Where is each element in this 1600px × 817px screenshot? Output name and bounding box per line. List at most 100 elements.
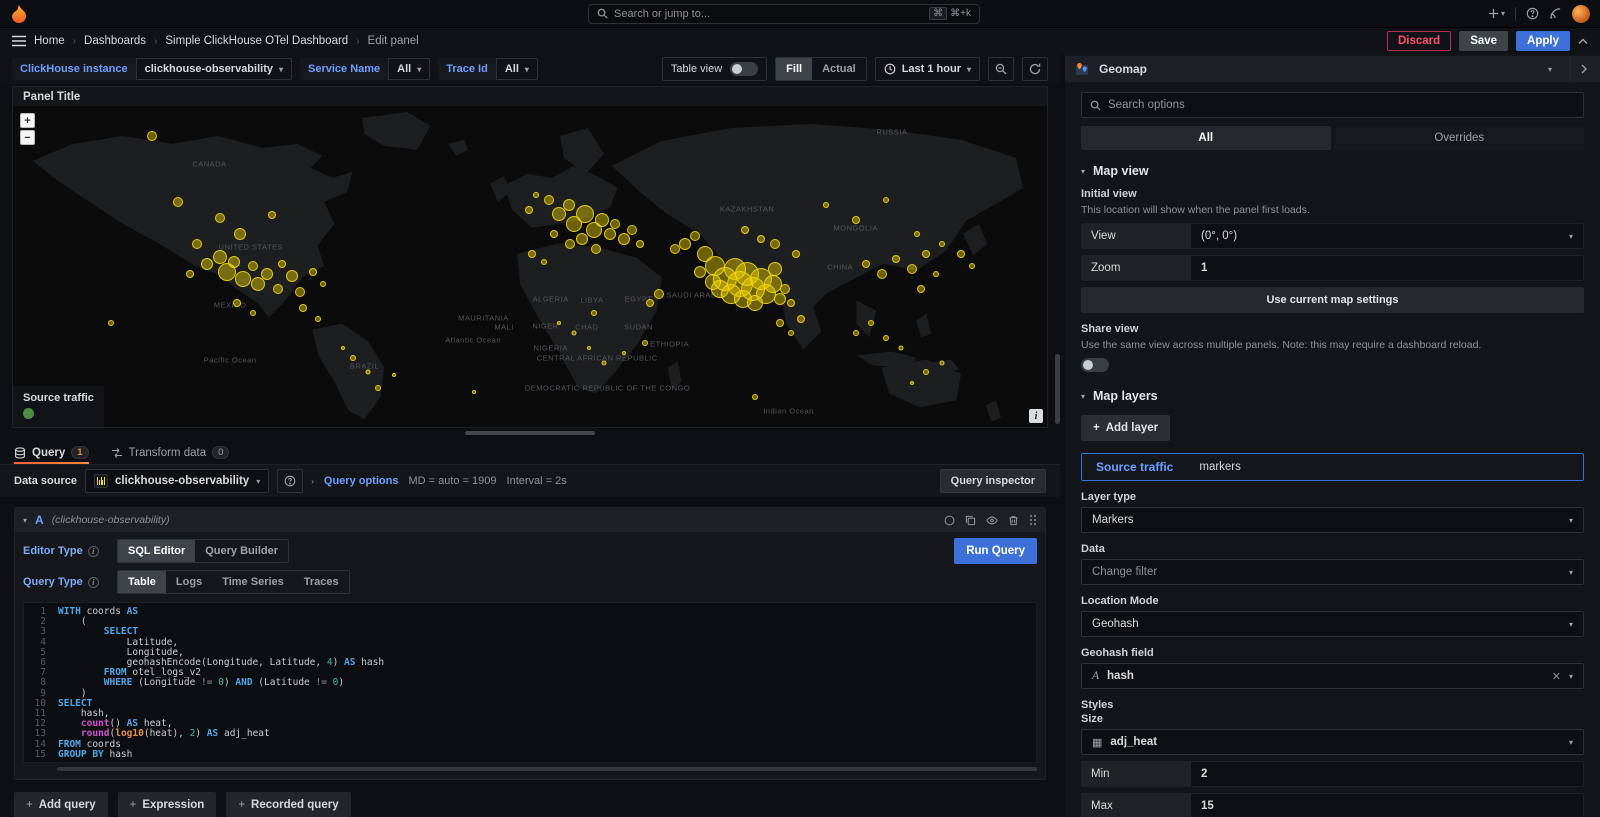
map-marker[interactable] (899, 346, 904, 351)
map-marker[interactable] (910, 381, 914, 385)
map-marker[interactable] (213, 250, 227, 264)
chevron-down-icon[interactable]: ▾ (1548, 65, 1552, 74)
map-marker[interactable] (774, 293, 786, 305)
chevron-right-icon[interactable]: › (311, 477, 314, 486)
map-marker[interactable] (939, 241, 945, 247)
map-marker[interactable] (525, 206, 533, 214)
left-scrollbar-thumb[interactable] (1055, 354, 1060, 424)
layer-name[interactable]: Source traffic (1096, 460, 1173, 474)
map-attribution-icon[interactable]: i (1029, 409, 1043, 423)
query-row-header[interactable]: ▾ A (clickhouse-observability) (15, 508, 1045, 532)
map-marker[interactable] (654, 289, 664, 299)
actual-option[interactable]: Actual (812, 58, 866, 80)
options-search-input[interactable] (1108, 99, 1575, 111)
query-inspector-button[interactable]: Query inspector (940, 469, 1046, 493)
apply-button[interactable]: Apply (1516, 31, 1570, 51)
map-marker[interactable] (576, 233, 588, 245)
breadcrumb-dashboard-name[interactable]: Simple ClickHouse OTel Dashboard (165, 35, 348, 47)
map-marker[interactable] (768, 262, 782, 276)
min-input[interactable] (1201, 768, 1573, 780)
map-marker[interactable] (572, 331, 577, 336)
map-marker[interactable] (907, 264, 917, 274)
map-marker[interactable] (201, 258, 213, 270)
map-marker[interactable] (752, 394, 758, 400)
tab-query[interactable]: Query 1 (14, 446, 89, 464)
map-marker[interactable] (563, 199, 575, 211)
map-marker[interactable] (969, 263, 975, 269)
map-marker[interactable] (923, 369, 929, 375)
map-marker[interactable] (228, 256, 240, 268)
map-marker[interactable] (642, 340, 648, 346)
location-mode-select[interactable]: Geohash▾ (1081, 611, 1584, 637)
query-type-timeseries[interactable]: Time Series (212, 571, 294, 593)
breadcrumb-home[interactable]: Home (34, 35, 65, 47)
sql-editor-option[interactable]: SQL Editor (118, 540, 195, 562)
map-marker[interactable] (147, 131, 157, 141)
refresh-button[interactable] (1022, 57, 1048, 81)
map-marker[interactable] (186, 270, 194, 278)
tab-transform-data[interactable]: Transform data 0 (111, 446, 230, 464)
map-marker[interactable] (233, 299, 241, 307)
map-marker[interactable] (646, 299, 654, 307)
time-range-picker[interactable]: Last 1 hour ▾ (875, 57, 980, 81)
info-icon[interactable]: i (88, 546, 99, 557)
map-marker[interactable] (278, 260, 286, 268)
menu-toggle-icon[interactable] (12, 35, 26, 47)
map-marker[interactable] (268, 211, 276, 219)
map-marker[interactable] (595, 213, 609, 227)
table-view-toggle[interactable] (730, 62, 758, 76)
code-horizontal-scrollbar[interactable] (57, 767, 1037, 771)
splitter-handle[interactable] (465, 431, 595, 435)
datasource-picker[interactable]: clickhouse-observability ▾ (85, 469, 269, 493)
section-map-layers[interactable]: ▾Map layers (1081, 389, 1584, 403)
map-marker[interactable] (933, 271, 939, 277)
collapse-header-icon[interactable] (1578, 38, 1588, 45)
map-marker[interactable] (261, 268, 273, 280)
map-marker[interactable] (234, 228, 246, 240)
map-marker[interactable] (770, 239, 780, 249)
map-marker[interactable] (780, 284, 790, 294)
map-marker[interactable] (587, 346, 591, 350)
global-search[interactable]: ⌘⌘+k (588, 4, 980, 24)
zoom-out-time-button[interactable] (988, 57, 1014, 81)
map-marker[interactable] (917, 285, 925, 293)
tab-all[interactable]: All (1081, 126, 1331, 150)
map-marker[interactable] (215, 213, 225, 223)
query-options-toggle[interactable]: Query options (324, 475, 399, 487)
map-marker[interactable] (295, 287, 305, 297)
map-marker[interactable] (610, 219, 620, 229)
map-marker[interactable] (694, 266, 706, 278)
map-marker[interactable] (868, 320, 874, 326)
map-marker[interactable] (565, 239, 575, 249)
clear-icon[interactable]: ✕ (1552, 670, 1561, 683)
map-marker[interactable] (883, 335, 889, 341)
map-marker[interactable] (852, 216, 860, 224)
map-marker[interactable] (576, 205, 594, 223)
drag-handle-icon[interactable] (1029, 514, 1037, 526)
query-type-logs[interactable]: Logs (166, 571, 212, 593)
query-builder-option[interactable]: Query Builder (195, 540, 288, 562)
map-zoom-out-button[interactable]: − (20, 130, 35, 145)
map-marker[interactable] (541, 259, 547, 265)
map-marker[interactable] (823, 202, 829, 208)
expression-button[interactable]: +Expression (118, 792, 217, 817)
variable-value-dropdown[interactable]: All▾ (496, 58, 538, 80)
map-marker[interactable] (914, 231, 920, 237)
query-help-icon[interactable] (944, 515, 955, 526)
map-marker[interactable] (853, 330, 859, 336)
map-marker[interactable] (792, 250, 800, 258)
map-marker[interactable] (690, 231, 700, 241)
help-icon[interactable] (1526, 7, 1539, 20)
map-marker[interactable] (192, 239, 202, 249)
zoom-input[interactable] (1201, 262, 1573, 274)
map-marker[interactable] (787, 299, 795, 307)
map-marker[interactable] (741, 226, 749, 234)
run-query-button[interactable]: Run Query (954, 538, 1037, 564)
grafana-logo[interactable] (10, 5, 28, 23)
map-marker[interactable] (320, 281, 326, 287)
map-marker[interactable] (892, 255, 900, 263)
map-marker[interactable] (248, 261, 258, 271)
variable-value-dropdown[interactable]: clickhouse-observability▾ (136, 58, 292, 80)
layer-type-select[interactable]: Markers▾ (1081, 507, 1584, 533)
size-field-select[interactable]: ▦ adj_heat ▾ (1081, 729, 1584, 755)
